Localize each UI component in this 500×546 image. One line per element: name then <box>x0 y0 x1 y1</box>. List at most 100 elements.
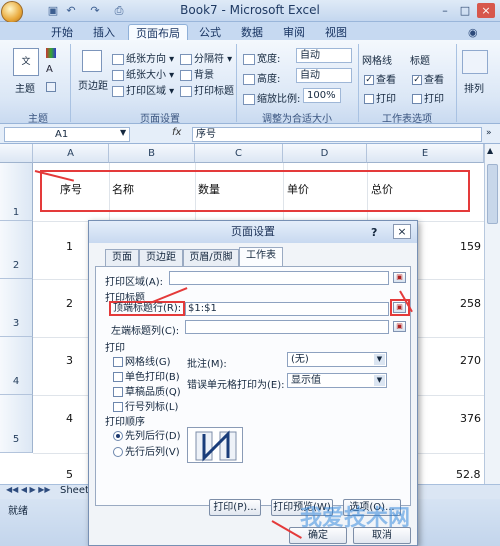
cell-e3[interactable]: 258 <box>460 297 481 310</box>
width-combo[interactable]: 自动 <box>296 48 352 63</box>
margins-button[interactable]: 页边距 <box>78 77 108 92</box>
formula-input[interactable]: 序号 <box>192 127 482 142</box>
group-separator <box>70 44 71 122</box>
theme-icon[interactable]: 文 <box>13 48 39 76</box>
column-header-e[interactable]: E <box>367 144 484 163</box>
name-box[interactable]: A1 <box>4 127 130 142</box>
name-box-dropdown-icon[interactable]: ▼ <box>120 128 126 137</box>
column-header-a[interactable]: A <box>33 144 109 163</box>
tab-data[interactable]: 数据 <box>234 24 270 41</box>
cell-a5[interactable]: 4 <box>66 412 73 425</box>
fonts-icon[interactable]: A <box>46 64 53 75</box>
minimize-icon[interactable]: – <box>436 3 454 18</box>
column-header-d[interactable]: D <box>283 144 367 163</box>
column-header-c[interactable]: C <box>195 144 283 163</box>
dialog-close-icon[interactable]: × <box>393 224 411 239</box>
cell-a2[interactable]: 1 <box>66 240 73 253</box>
effects-icon[interactable] <box>46 82 56 92</box>
theme-button-label[interactable]: 主题 <box>15 80 35 95</box>
arrange-icon[interactable] <box>462 50 488 74</box>
checked-icon: ✓ <box>412 75 422 85</box>
print-area-ref-button[interactable]: ▣ <box>393 272 406 283</box>
gridlines-print-checkbox[interactable]: 打印 <box>364 90 396 105</box>
cell-e6[interactable]: 52.8 <box>456 468 481 481</box>
undo-icon[interactable]: ↶ <box>64 4 78 18</box>
down-then-over-radio[interactable]: 先列后行(D) <box>113 427 181 442</box>
scroll-thumb[interactable] <box>487 164 498 224</box>
select-all-corner[interactable] <box>0 144 33 163</box>
tab-home[interactable]: 开始 <box>44 24 80 41</box>
help-icon[interactable]: ◉ <box>468 26 478 39</box>
scroll-up-icon[interactable]: ▲ <box>487 146 493 155</box>
comments-select[interactable]: (无) ▼ <box>287 352 387 367</box>
errors-select[interactable]: 显示值 ▼ <box>287 373 387 388</box>
arrange-button[interactable]: 排列 <box>464 80 484 95</box>
rows-repeat-label: 顶端标题行(R): <box>109 301 186 316</box>
headings-print-checkbox[interactable]: 打印 <box>412 90 444 105</box>
rows-repeat-ref-button[interactable]: ▣ <box>393 302 406 313</box>
row-header-4[interactable]: 4 <box>0 337 33 395</box>
row-header-1[interactable]: 1 <box>0 163 33 221</box>
cell-a4[interactable]: 3 <box>66 354 73 367</box>
tab-review[interactable]: 审阅 <box>276 24 312 41</box>
cols-repeat-input[interactable] <box>185 320 389 334</box>
redo-icon[interactable]: ↷ <box>88 4 102 18</box>
print-area-input[interactable] <box>169 271 389 285</box>
cols-repeat-ref-button[interactable]: ▣ <box>393 321 406 332</box>
cell-e5[interactable]: 376 <box>460 412 481 425</box>
gridlines-view-checkbox[interactable]: ✓ 查看 <box>364 71 396 86</box>
window-title: Book7 - Microsoft Excel <box>180 3 320 17</box>
cell-e4[interactable]: 270 <box>460 354 481 367</box>
rows-repeat-input[interactable]: $1:$1 <box>185 302 389 316</box>
maximize-icon[interactable]: □ <box>456 3 474 18</box>
office-button[interactable] <box>1 1 23 23</box>
close-icon[interactable]: × <box>477 3 495 18</box>
headings-view-checkbox[interactable]: ✓ 查看 <box>412 71 444 86</box>
sheet-tab[interactable]: Sheet <box>60 485 89 496</box>
vertical-scrollbar[interactable]: ▲ <box>484 144 500 484</box>
cell-a3[interactable]: 2 <box>66 297 73 310</box>
orientation-button[interactable]: 纸张方向 ▾ <box>112 50 174 65</box>
print-area-button[interactable]: 打印区域 ▾ <box>112 82 174 97</box>
dialog-help-icon[interactable]: ? <box>371 226 377 239</box>
print-button[interactable]: 打印(P)... <box>209 499 261 516</box>
height-icon <box>243 73 255 85</box>
fx-icon[interactable]: fx <box>172 127 181 138</box>
black-white-checkbox[interactable]: 单色打印(B) <box>113 368 180 383</box>
dropdown-icon: ▼ <box>374 375 385 386</box>
expand-formula-icon[interactable]: » <box>486 128 492 138</box>
dialog-title: 页面设置 <box>89 221 417 243</box>
colors-icon[interactable] <box>46 48 56 58</box>
checked-icon: ✓ <box>364 75 374 85</box>
over-then-down-radio[interactable]: 先行后列(V) <box>113 443 180 458</box>
dialog-tab-header-footer[interactable]: 页眉/页脚 <box>183 249 239 266</box>
tab-page-layout[interactable]: 页面布局 <box>128 24 188 41</box>
sheet-options-group-label: 工作表选项 <box>382 114 432 125</box>
column-header-b[interactable]: B <box>109 144 195 163</box>
background-button[interactable]: 背景 <box>180 66 214 81</box>
dialog-tab-page[interactable]: 页面 <box>105 249 139 266</box>
tab-formulas[interactable]: 公式 <box>192 24 228 41</box>
unchecked-icon <box>412 94 422 104</box>
size-button[interactable]: 纸张大小 ▾ <box>112 66 174 81</box>
cell-e2[interactable]: 159 <box>460 240 481 253</box>
row-header-5[interactable]: 5 <box>0 395 33 453</box>
print-titles-button[interactable]: 打印标题 <box>180 82 234 97</box>
tab-view[interactable]: 视图 <box>318 24 354 41</box>
tab-insert[interactable]: 插入 <box>86 24 122 41</box>
breaks-button[interactable]: 分隔符 ▾ <box>180 50 232 65</box>
cell-a6[interactable]: 5 <box>66 468 73 481</box>
sheet-nav-icons[interactable]: ◀◀ ◀ ▶ ▶▶ <box>6 485 51 494</box>
row-header-2[interactable]: 2 <box>0 221 33 279</box>
dialog-tab-sheet[interactable]: 工作表 <box>239 247 283 267</box>
dialog-tab-margins[interactable]: 页边距 <box>139 249 183 266</box>
gridlines-checkbox[interactable]: 网格线(G) <box>113 353 171 368</box>
draft-checkbox[interactable]: 草稿品质(Q) <box>113 383 181 398</box>
margins-icon[interactable] <box>82 50 102 72</box>
row-header-3[interactable]: 3 <box>0 279 33 337</box>
save-icon[interactable]: ▣ <box>46 4 60 18</box>
height-combo[interactable]: 自动 <box>296 68 352 83</box>
print-preview-icon[interactable]: ⎙ <box>112 4 126 18</box>
scale-input[interactable]: 100% <box>303 88 341 103</box>
row-col-headings-checkbox[interactable]: 行号列标(L) <box>113 398 178 413</box>
